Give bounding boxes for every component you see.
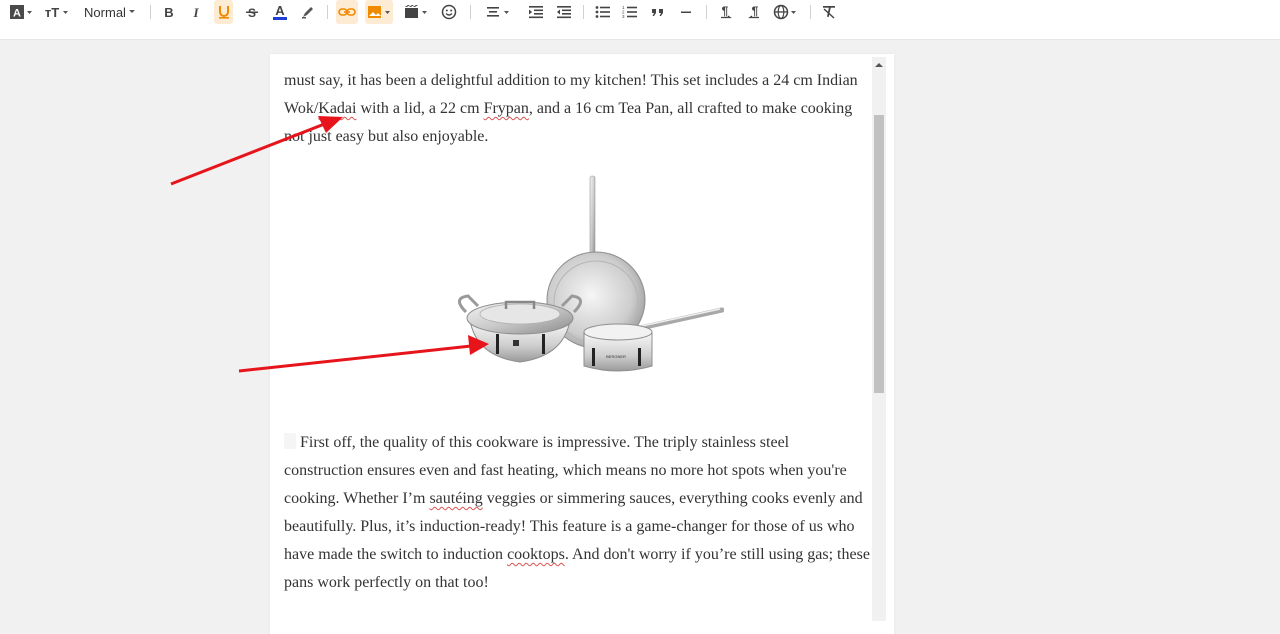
video-icon[interactable] xyxy=(402,0,430,24)
image-icon[interactable] xyxy=(365,0,393,24)
link-icon[interactable] xyxy=(336,0,358,24)
toolbar-separator xyxy=(470,5,471,19)
scrollbar-thumb[interactable] xyxy=(874,115,884,393)
bold-icon[interactable]: B xyxy=(160,0,178,24)
clear-format-icon[interactable] xyxy=(819,0,839,24)
svg-text:A: A xyxy=(275,3,285,18)
paragraph-2: First off, the quality of this cookware … xyxy=(284,429,870,597)
strikethrough-icon[interactable]: S xyxy=(243,0,261,24)
rtl-icon[interactable]: ¶ xyxy=(744,0,764,24)
toolbar-separator xyxy=(810,5,811,19)
misspelled-word[interactable]: cooktops xyxy=(507,546,565,563)
misspelled-word[interactable]: Kadai xyxy=(318,100,356,117)
paragraph-style-select[interactable]: Normal xyxy=(80,0,140,24)
toolbar-separator xyxy=(583,5,584,19)
editor-page[interactable]: must say, it has been a delightful addit… xyxy=(270,54,894,634)
scroll-up-arrow-icon[interactable] xyxy=(872,57,886,73)
paragraph-1: must say, it has been a delightful addit… xyxy=(284,54,870,151)
emoji-icon[interactable] xyxy=(439,0,459,24)
svg-text:¶: ¶ xyxy=(722,4,729,18)
underline-icon[interactable] xyxy=(214,0,233,24)
italic-icon[interactable]: I xyxy=(187,0,205,24)
toolbar-separator xyxy=(150,5,151,19)
horizontal-rule-icon[interactable] xyxy=(676,0,696,24)
language-icon[interactable] xyxy=(772,0,800,24)
indent-marker xyxy=(284,433,296,449)
misspelled-word[interactable]: sautéing xyxy=(429,490,482,507)
font-color-icon[interactable]: A xyxy=(270,0,290,24)
svg-text:¶: ¶ xyxy=(752,4,759,18)
toolbar-separator xyxy=(706,5,707,19)
svg-text:A: A xyxy=(13,8,21,20)
outdent-icon[interactable] xyxy=(554,0,574,24)
font-size-icon[interactable]: тT xyxy=(44,0,70,24)
blockquote-icon[interactable] xyxy=(648,0,668,24)
svg-text:тT: тT xyxy=(45,5,59,20)
text-run: with a lid, a 22 cm xyxy=(356,100,484,117)
style-select-value: Normal xyxy=(84,4,126,20)
font-family-icon[interactable]: A xyxy=(8,0,34,24)
indent-icon[interactable] xyxy=(526,0,546,24)
highlight-icon[interactable] xyxy=(298,0,318,24)
align-icon[interactable] xyxy=(483,0,513,24)
ltr-icon[interactable]: ¶ xyxy=(716,0,736,24)
vertical-scrollbar[interactable] xyxy=(872,57,886,621)
cookware-image[interactable]: BERGNER xyxy=(424,172,725,382)
editor-content[interactable]: must say, it has been a delightful addit… xyxy=(284,54,870,591)
svg-text:I: I xyxy=(192,5,199,19)
editor-toolbar: A тT Normal B I S A 1 2 3 ¶ ¶ xyxy=(0,0,1280,40)
brand-label: BERGNER xyxy=(606,354,626,359)
misspelled-word[interactable]: Frypan xyxy=(484,100,529,117)
svg-text:3: 3 xyxy=(622,14,625,19)
numbered-list-icon[interactable]: 123 xyxy=(620,0,640,24)
svg-text:B: B xyxy=(164,5,173,19)
toolbar-separator xyxy=(327,5,328,19)
bullet-list-icon[interactable] xyxy=(593,0,613,24)
